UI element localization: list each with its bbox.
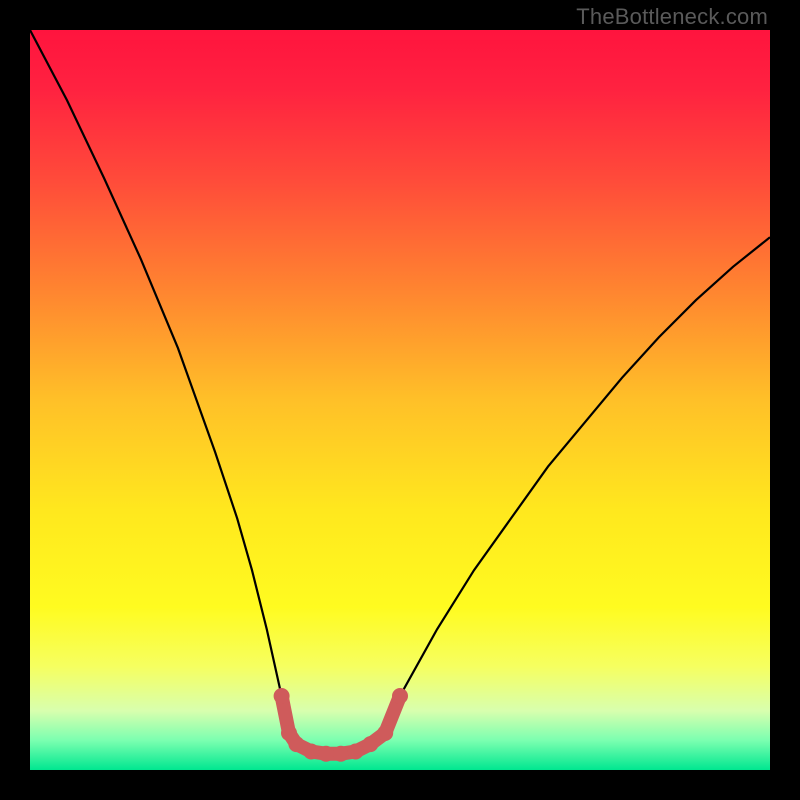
- curve-dot: [348, 744, 364, 760]
- curve-dot: [392, 688, 408, 704]
- curve-dot: [318, 746, 334, 762]
- curve-dot: [362, 736, 378, 752]
- curve-svg: [30, 30, 770, 770]
- figure-frame: TheBottleneck.com: [0, 0, 800, 800]
- bottleneck-curve: [30, 30, 770, 754]
- watermark-text: TheBottleneck.com: [576, 4, 768, 30]
- curve-dot: [288, 736, 304, 752]
- plot-area: [30, 30, 770, 770]
- curve-dot: [303, 744, 319, 760]
- curve-dot: [274, 688, 290, 704]
- curve-dot: [333, 746, 349, 762]
- curve-dot: [377, 725, 393, 741]
